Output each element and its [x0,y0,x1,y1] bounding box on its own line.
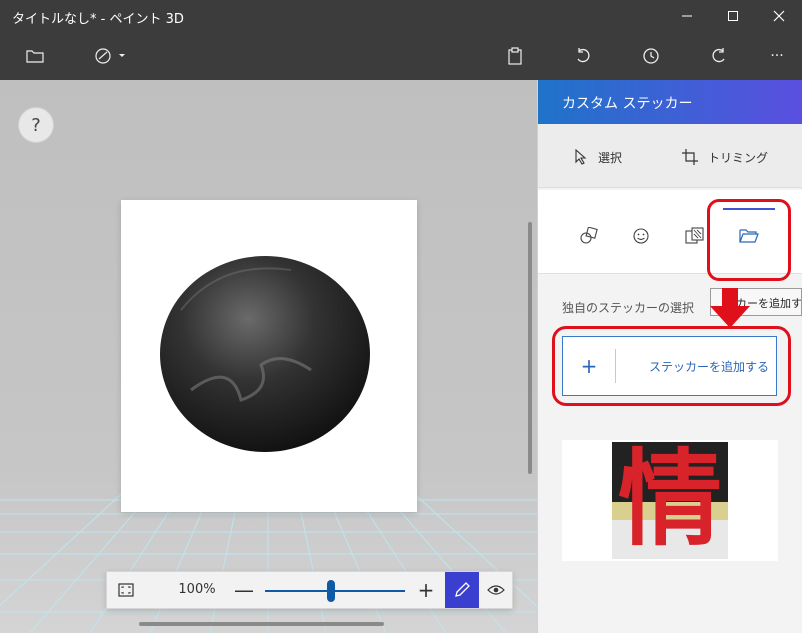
annotation-arrow-icon [710,288,750,328]
more-icon: ··· [770,48,784,64]
canvas-area[interactable]: ? 100% — + [0,80,537,633]
maximize-icon [728,11,738,21]
undo-icon [577,48,590,63]
tab-emoji-stickers[interactable] [619,212,663,260]
zoom-in-button[interactable]: + [415,577,437,603]
vertical-scrollbar[interactable] [528,222,532,474]
fit-screen-icon [118,583,134,597]
shape-sticker-icon [580,227,598,244]
crop-icon [682,149,698,165]
help-button[interactable]: ? [18,107,54,143]
paste-button[interactable] [502,44,528,68]
maximize-button[interactable] [710,0,756,32]
view-mode-button[interactable] [479,572,513,608]
select-label: 選択 [598,150,623,165]
cursor-icon [575,149,587,165]
folder-icon [26,50,44,63]
zoom-out-button[interactable]: — [233,577,255,603]
mode-row: 選択 トリミング [538,124,802,188]
minimize-button[interactable] [664,0,710,32]
close-button[interactable] [756,0,802,32]
history-icon [643,48,659,64]
annotation-highlight-tab [707,199,791,281]
trim-label: トリミング [708,150,769,165]
paste-icon [508,47,522,65]
history-button[interactable] [638,44,664,68]
title-bar: タイトルなし* - ペイント 3D [0,0,802,32]
app-toolbar: ··· [0,32,802,80]
emoji-sticker-icon [633,228,649,244]
section-label: 独自のステッカーの選択 [562,301,695,315]
zoom-percent: 100% [178,582,216,597]
trim-button[interactable]: トリミング [682,146,768,168]
redo-icon [712,48,725,63]
panel-header: カスタム ステッカー [538,80,802,124]
custom-sticker-item[interactable]: 情 [562,440,778,561]
eye-icon [487,585,505,595]
black-sphere [160,256,370,452]
texture-sticker-icon [685,227,704,244]
fit-to-screen-button[interactable] [107,572,145,608]
window-title: タイトルなし* - ペイント 3D [12,12,184,27]
close-icon [773,10,785,22]
menu-button[interactable] [22,44,48,68]
undo-button[interactable] [570,44,596,68]
pencil-icon [455,582,470,597]
sticker-thumbnail: 情 [612,442,728,559]
zoom-slider-thumb[interactable] [326,580,335,602]
annotation-highlight-add [552,326,791,406]
zoom-slider-track[interactable] [265,590,405,592]
magic-select-icon [95,48,125,64]
minimize-icon [682,15,692,17]
sticker-kanji: 情 [617,442,722,559]
redo-button[interactable] [706,44,732,68]
custom-sticker-panel: カスタム ステッカー 選択 トリミング 独自のステッカーの選択 ッカーを追加する [537,80,802,633]
zoom-bar: 100% — + [106,571,513,609]
draw-mode-button[interactable] [445,572,479,608]
horizontal-scrollbar[interactable] [139,622,384,626]
drawing-canvas[interactable] [121,200,417,512]
select-button[interactable]: 選択 [574,146,622,168]
tab-shape-stickers[interactable] [567,212,611,260]
panel-title: カスタム ステッカー [562,96,693,112]
magic-select-button[interactable] [92,44,128,68]
more-button[interactable]: ··· [764,44,790,68]
help-label: ? [31,114,41,136]
